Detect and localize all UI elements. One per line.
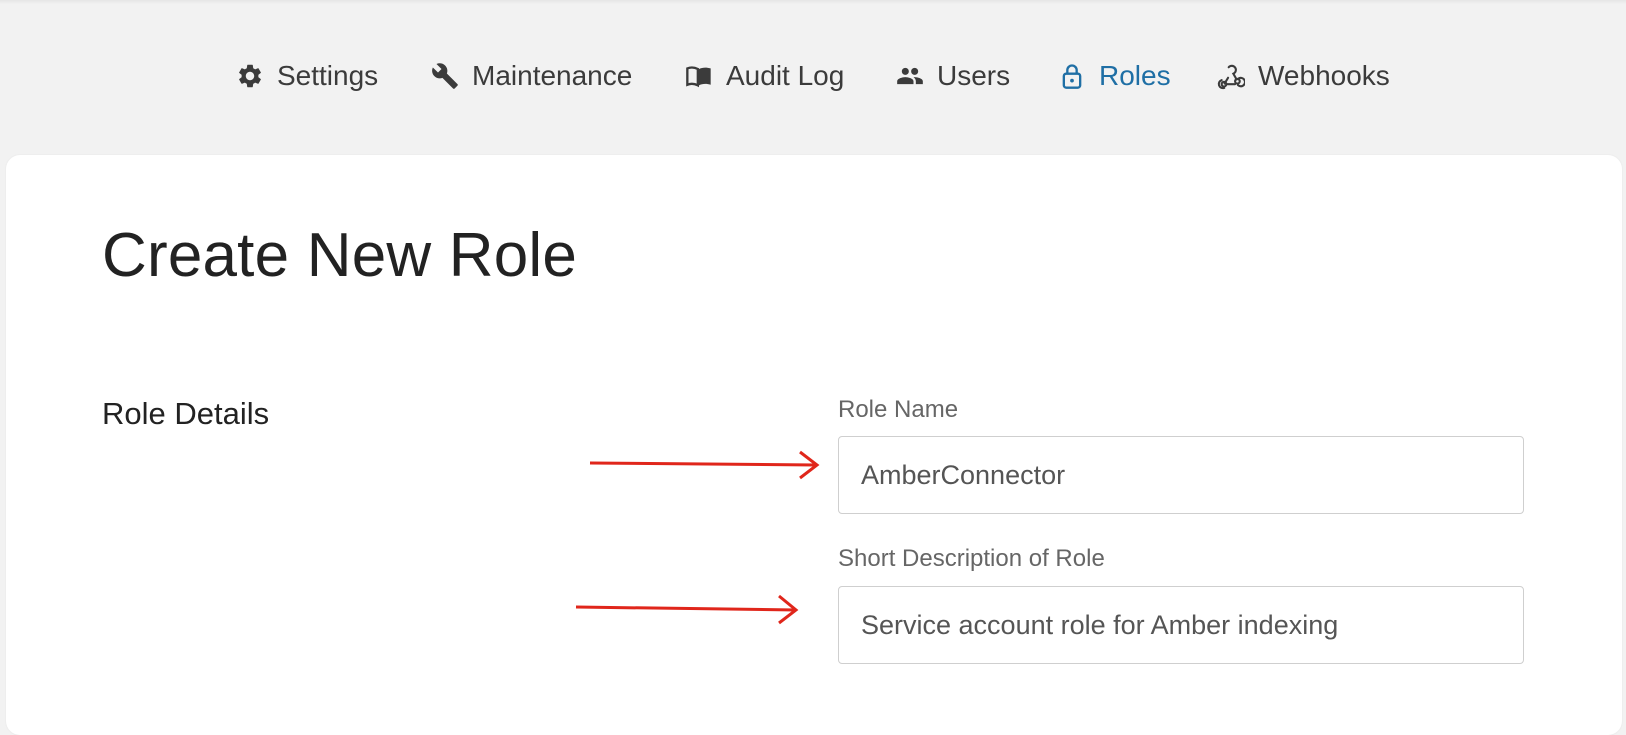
nav-item-settings[interactable]: Settings — [236, 56, 378, 96]
book-icon — [685, 62, 713, 90]
annotation-arrow — [575, 594, 799, 625]
nav-label: Maintenance — [472, 60, 633, 91]
nav-item-webhooks[interactable]: Webhooks — [1217, 56, 1390, 96]
role-description-input[interactable] — [838, 586, 1524, 664]
page-title: Create New Role — [102, 221, 578, 290]
gear-icon — [236, 62, 264, 90]
nav-label: Users — [937, 60, 1011, 91]
lock-icon — [1058, 62, 1086, 90]
role-name-label: Role Name — [838, 396, 959, 423]
admin-nav: Settings Maintenance Audit Log Users Rol… — [0, 0, 1626, 152]
nav-item-audit-log[interactable]: Audit Log — [685, 56, 844, 96]
annotation-arrow — [589, 450, 820, 480]
nav-label: Webhooks — [1258, 60, 1390, 91]
webhook-icon — [1217, 62, 1245, 90]
nav-label: Audit Log — [726, 60, 845, 91]
nav-item-maintenance[interactable]: Maintenance — [431, 56, 632, 96]
wrench-icon — [431, 62, 459, 90]
role-name-input[interactable] — [838, 436, 1524, 514]
role-description-label: Short Description of Role — [838, 545, 1105, 572]
section-heading-role-details: Role Details — [102, 396, 270, 431]
users-icon — [896, 62, 924, 90]
nav-item-users[interactable]: Users — [896, 56, 1010, 96]
content-card: Create New Role Role Details Role Name S… — [6, 155, 1622, 735]
nav-item-roles[interactable]: Roles — [1058, 56, 1171, 96]
nav-label: Roles — [1099, 60, 1171, 91]
nav-label: Settings — [277, 60, 379, 91]
